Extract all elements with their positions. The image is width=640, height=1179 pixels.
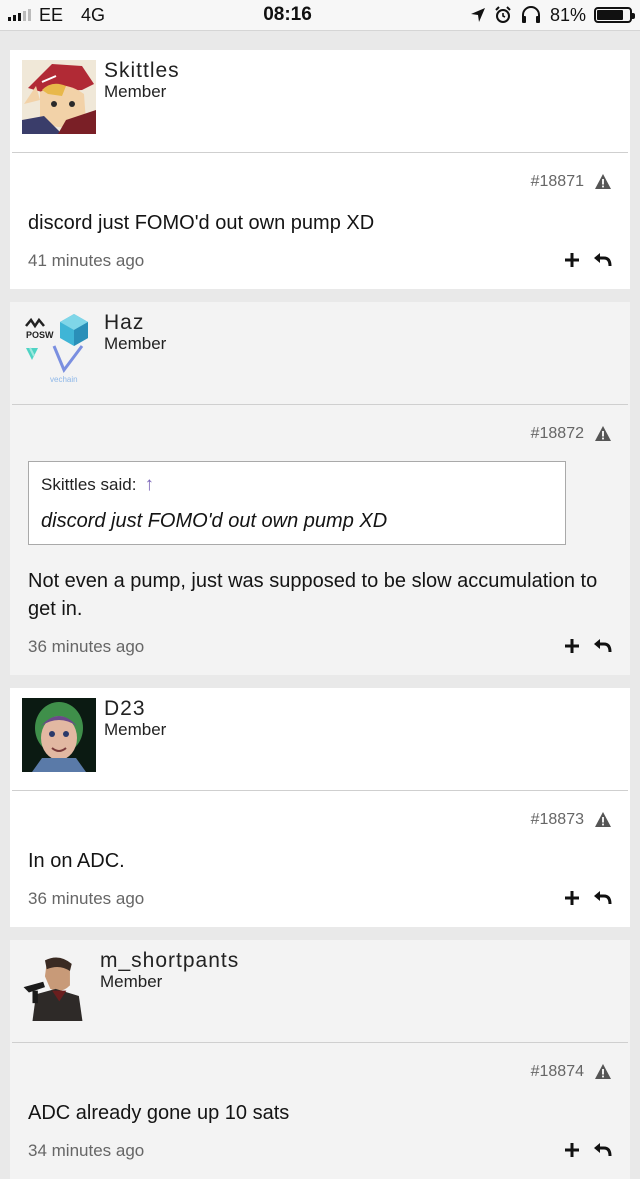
clock: 08:16 <box>263 4 312 25</box>
battery-icon <box>593 7 635 23</box>
author-role: Member <box>104 82 167 101</box>
report-warning-icon[interactable] <box>594 1063 612 1080</box>
post-message: ADC already gone up 10 sats <box>28 1102 290 1124</box>
author-role: Member <box>104 334 167 353</box>
posw-logo-text: POSW <box>26 330 54 340</box>
post-number-link[interactable]: #18873 <box>531 811 584 829</box>
signal-icon <box>8 9 31 21</box>
post: Skittles Member #18871 discord just FOMO… <box>10 50 630 289</box>
reply-icon[interactable] <box>592 637 612 655</box>
post-author-block: D23 Member <box>12 688 628 791</box>
avatar[interactable] <box>20 950 86 1026</box>
post-message: Not even a pump, just was supposed to be… <box>28 570 598 620</box>
post-author-block: Skittles Member <box>12 50 628 153</box>
quote-block: Skittles said: ↑ discord just FOMO'd out… <box>28 461 566 545</box>
post-time: 34 minutes ago <box>28 1141 145 1160</box>
author-name[interactable]: D23 <box>104 697 146 721</box>
author-name[interactable]: Skittles <box>104 59 180 83</box>
vechain-logo-text: vechain <box>50 375 78 384</box>
reply-icon[interactable] <box>592 251 612 269</box>
plus-icon[interactable] <box>564 1142 580 1158</box>
quote-author: Skittles said: <box>41 475 137 494</box>
report-warning-icon[interactable] <box>594 425 612 442</box>
arrow-up-icon[interactable]: ↑ <box>144 474 154 496</box>
plus-icon[interactable] <box>564 252 580 268</box>
post-time: 36 minutes ago <box>28 889 145 908</box>
reply-icon[interactable] <box>592 889 612 907</box>
carrier-label: EE <box>39 4 64 25</box>
alarm-icon <box>495 6 511 23</box>
post-author-block: m_shortpants Member <box>12 940 628 1043</box>
post-message: In on ADC. <box>28 850 125 872</box>
avatar[interactable] <box>22 698 96 772</box>
report-warning-icon[interactable] <box>594 173 612 190</box>
author-role: Member <box>100 972 163 991</box>
post-time: 36 minutes ago <box>28 637 145 656</box>
post-author-block: POSW vechain Haz Member <box>12 302 628 405</box>
battery-percent: 81% <box>549 4 586 25</box>
avatar[interactable] <box>22 60 96 134</box>
quote-text: discord just FOMO'd out own pump XD <box>41 510 388 532</box>
post-message: discord just FOMO'd out own pump XD <box>28 212 375 234</box>
network-label: 4G <box>81 4 106 25</box>
author-name[interactable]: Haz <box>104 311 144 335</box>
post: m_shortpants Member #18874 ADC already g… <box>10 940 630 1179</box>
plus-icon[interactable] <box>564 638 580 654</box>
plus-icon[interactable] <box>564 890 580 906</box>
location-arrow-icon <box>470 8 485 22</box>
post-number-link[interactable]: #18874 <box>531 1063 584 1081</box>
author-role: Member <box>104 720 167 739</box>
author-name[interactable]: m_shortpants <box>100 949 239 973</box>
post-number-link[interactable]: #18871 <box>531 173 584 191</box>
post-time: 41 minutes ago <box>28 251 145 270</box>
headphones-icon <box>521 6 540 23</box>
avatar[interactable]: POSW vechain <box>22 312 96 386</box>
status-bar: EE 4G 08:16 81% <box>0 0 640 31</box>
post-number-link[interactable]: #18872 <box>531 425 584 443</box>
post: POSW vechain Haz Member #18872 Skittles … <box>10 302 630 675</box>
post: D23 Member #18873 In on ADC. 36 minutes … <box>10 688 630 927</box>
reply-icon[interactable] <box>592 1141 612 1159</box>
report-warning-icon[interactable] <box>594 811 612 828</box>
